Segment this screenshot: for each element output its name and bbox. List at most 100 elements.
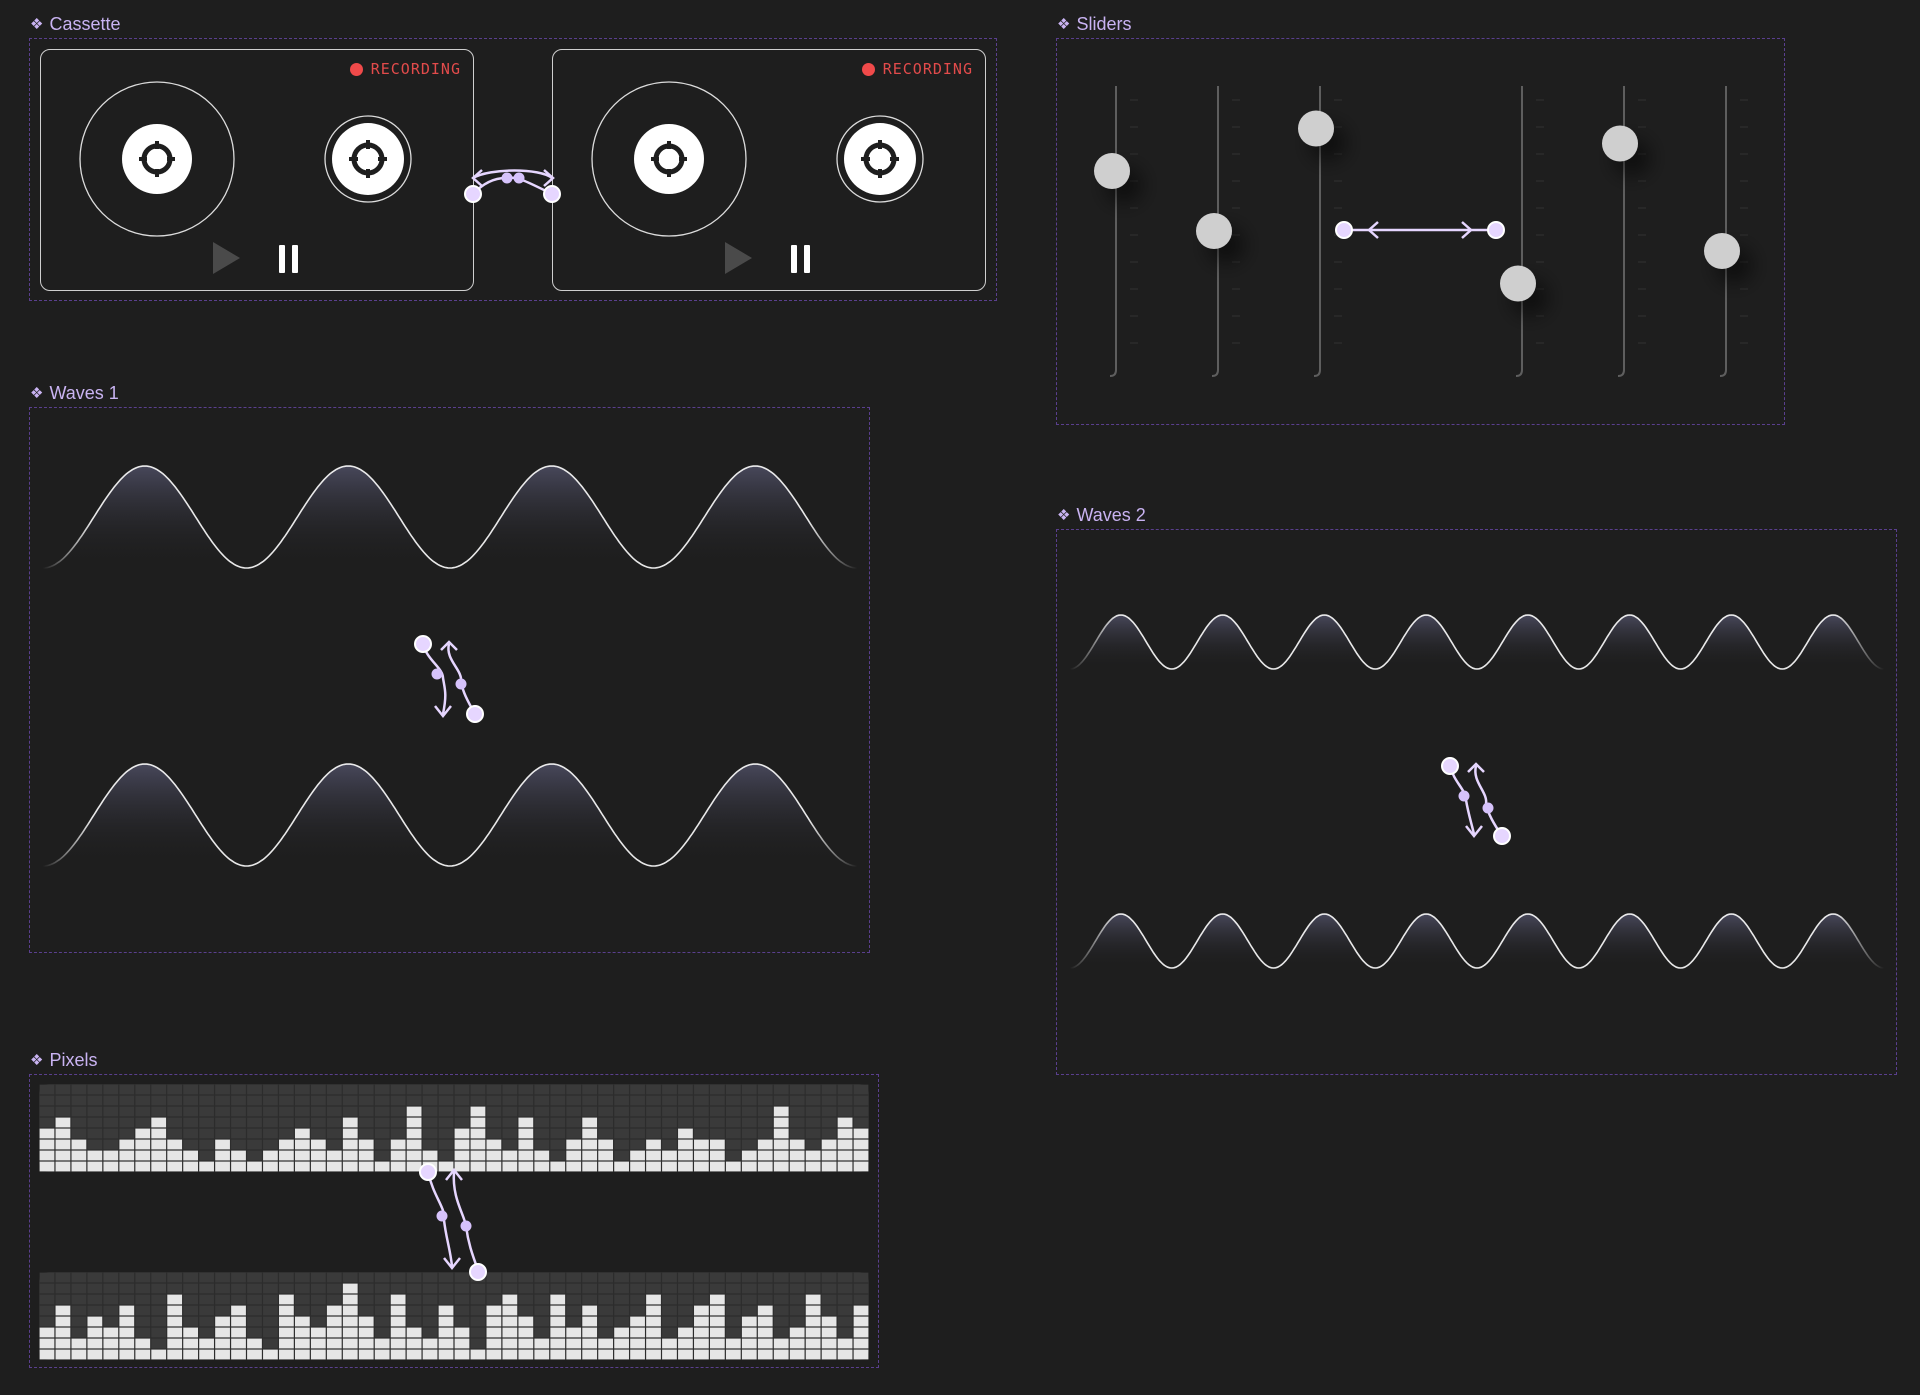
pixel-off [103, 1316, 119, 1327]
pixel-off [422, 1139, 438, 1150]
pixel-off [566, 1305, 582, 1316]
pixel-off [263, 1316, 278, 1327]
pixel-on [39, 1128, 55, 1139]
play-icon[interactable] [725, 242, 752, 274]
pixel-on [518, 1316, 534, 1327]
pixel-off [757, 1095, 773, 1106]
pixel-off [725, 1316, 741, 1327]
pixel-on [518, 1349, 534, 1360]
pixel-on [183, 1161, 199, 1172]
pixel-off [326, 1084, 342, 1095]
pixel-off [358, 1283, 374, 1294]
pixel-off [662, 1139, 677, 1150]
pixel-off [789, 1084, 805, 1095]
pixel-off [103, 1128, 119, 1139]
pixel-off [725, 1095, 741, 1106]
pixel-on [71, 1338, 87, 1349]
pixel-on [167, 1150, 183, 1161]
pixel-off [263, 1117, 278, 1128]
pixel-on [215, 1349, 230, 1360]
pixel-off [502, 1128, 518, 1139]
cassette-deck[interactable]: RECORDING [40, 49, 474, 291]
pixel-on [773, 1106, 789, 1117]
pixel-on [326, 1349, 342, 1360]
pause-icon[interactable] [791, 245, 810, 273]
pixel-off [199, 1117, 214, 1128]
pixel-off [406, 1316, 422, 1327]
slider-knob[interactable] [1602, 125, 1638, 162]
pixel-off [247, 1106, 262, 1117]
frame-title: Cassette [49, 13, 121, 34]
pixel-on [709, 1349, 725, 1360]
pixel-off [566, 1272, 582, 1283]
pixel-off [662, 1272, 677, 1283]
pixel-off [454, 1117, 470, 1128]
pixel-off [342, 1272, 358, 1283]
pixel-off [470, 1338, 486, 1349]
pixel-off [247, 1294, 262, 1305]
slider-6[interactable] [1704, 86, 1748, 377]
pixel-off [39, 1106, 55, 1117]
pause-icon[interactable] [279, 245, 298, 273]
slider-1[interactable] [1094, 86, 1138, 377]
cassette-deck[interactable]: RECORDING [552, 49, 986, 291]
pixel-off [598, 1294, 614, 1305]
pixel-off [438, 1283, 454, 1294]
pixel-off [279, 1095, 294, 1106]
pixel-off [422, 1294, 438, 1305]
pixel-off [374, 1128, 390, 1139]
pixel-on [662, 1161, 677, 1172]
pixel-off [422, 1327, 438, 1338]
pixel-off [741, 1128, 757, 1139]
pixel-off [215, 1084, 230, 1095]
pixel-off [199, 1272, 214, 1283]
pixel-on [757, 1338, 773, 1349]
pixel-on [342, 1161, 358, 1172]
pixel-off [598, 1283, 614, 1294]
pixel-on [550, 1161, 566, 1172]
pixel-off [39, 1283, 55, 1294]
pixel-on [390, 1161, 406, 1172]
pixel-off [741, 1117, 757, 1128]
pixel-off [470, 1305, 486, 1316]
pixel-on [263, 1150, 278, 1161]
pixel-on [853, 1161, 869, 1172]
pixel-on [326, 1316, 342, 1327]
pixel-off [853, 1294, 869, 1305]
pixel-off [598, 1117, 614, 1128]
slider-knob[interactable] [1298, 110, 1334, 147]
pixel-off [614, 1095, 629, 1106]
pixel-off [55, 1283, 71, 1294]
slider-5[interactable] [1602, 86, 1646, 377]
pixel-on [310, 1150, 326, 1161]
slider-knob[interactable] [1704, 233, 1740, 269]
pixel-off [310, 1294, 326, 1305]
pixel-off [837, 1316, 853, 1327]
pixel-off [614, 1150, 629, 1161]
pixel-off [231, 1128, 246, 1139]
pixel-off [358, 1117, 374, 1128]
pixel-off [566, 1106, 582, 1117]
pixel-off [326, 1117, 342, 1128]
pixel-off [725, 1139, 741, 1150]
pixel-off [694, 1128, 709, 1139]
slider-knob[interactable] [1196, 213, 1232, 249]
play-icon[interactable] [213, 242, 240, 274]
pixel-off [821, 1128, 837, 1139]
slider-2[interactable] [1196, 86, 1240, 377]
pixel-on [741, 1349, 757, 1360]
pixel-on [853, 1305, 869, 1316]
pixel-on [454, 1349, 470, 1360]
pixel-on [279, 1316, 294, 1327]
pixel-off [598, 1316, 614, 1327]
pixel-on [199, 1161, 214, 1172]
pixel-off [853, 1106, 869, 1117]
pixel-on [853, 1327, 869, 1338]
slider-knob[interactable] [1094, 153, 1130, 189]
slider-knob[interactable] [1500, 265, 1536, 302]
pixel-on [646, 1349, 661, 1360]
pixel-off [725, 1283, 741, 1294]
pixel-off [151, 1294, 167, 1305]
pixel-off [534, 1084, 550, 1095]
pixel-on [757, 1305, 773, 1316]
